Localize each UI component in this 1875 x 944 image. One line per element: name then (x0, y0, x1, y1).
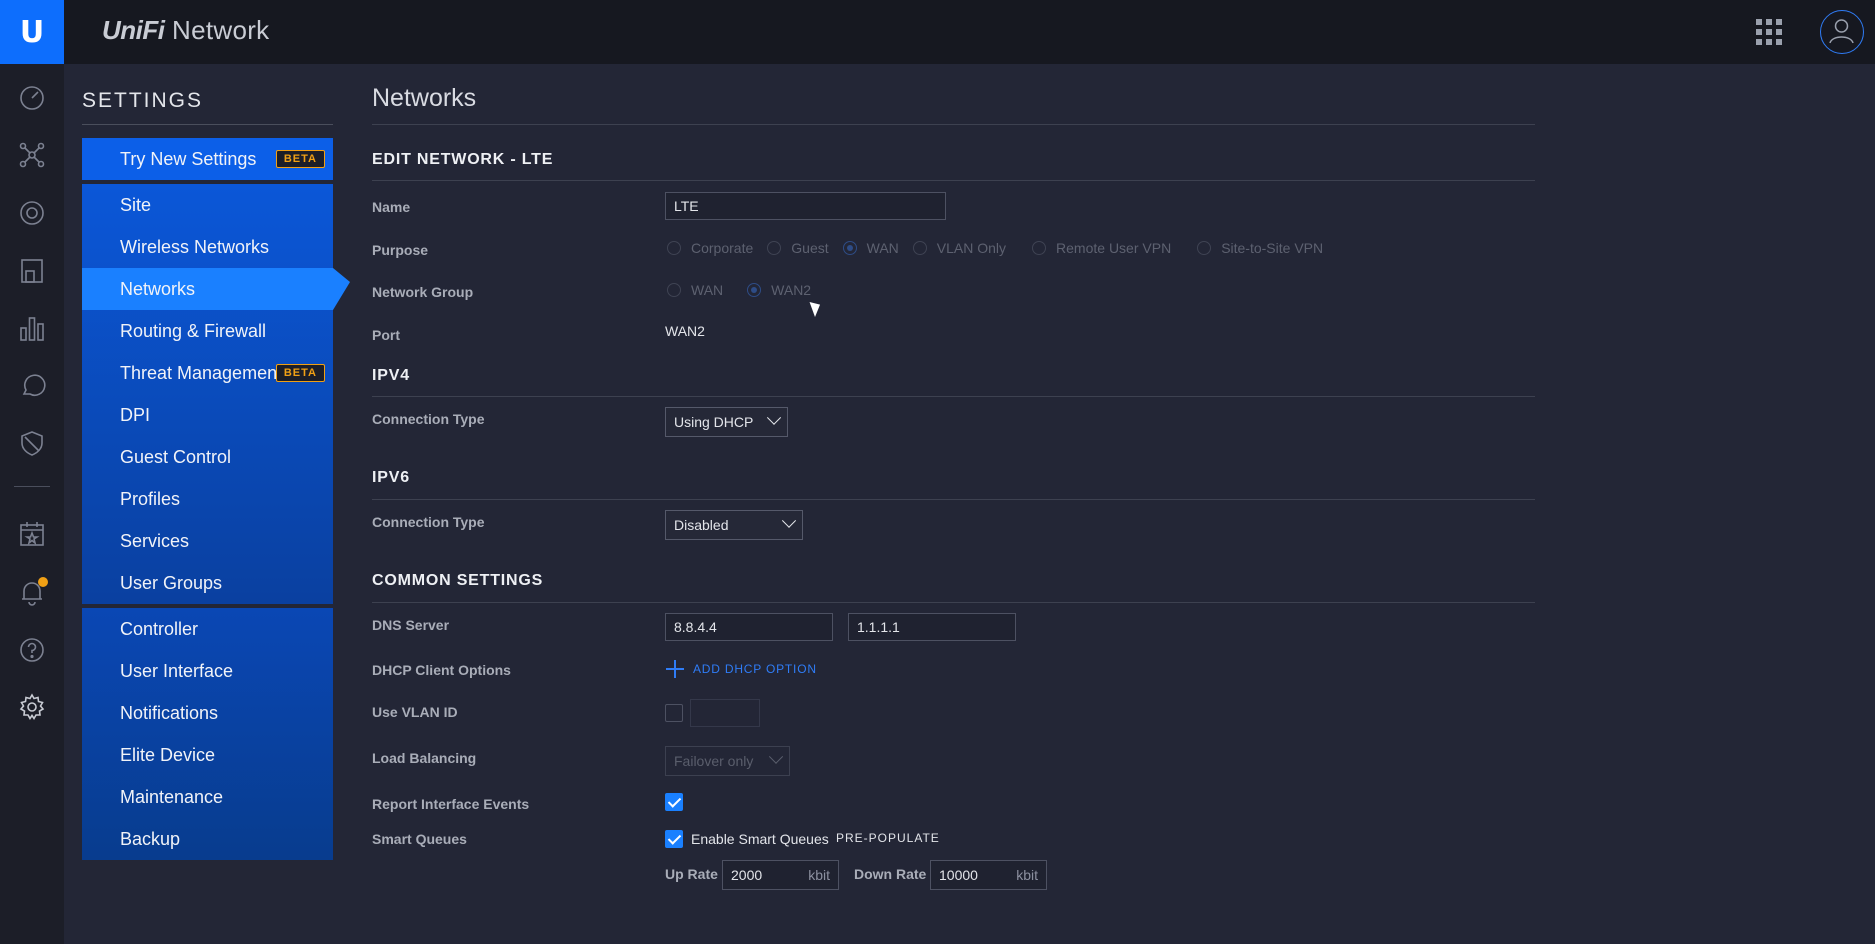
section-title-common-settings: COMMON SETTINGS (372, 572, 544, 589)
chevron-down-icon (766, 410, 782, 425)
chevron-down-icon (781, 513, 797, 528)
nav-item-try-new-settings[interactable]: Try New Settings BETA (82, 138, 333, 180)
load-balancing-select[interactable]: Failover only (665, 746, 790, 776)
section-divider (372, 180, 1535, 181)
nav-item-notifications[interactable]: Notifications (82, 692, 333, 734)
pre-populate-button[interactable]: PRE-POPULATE (836, 831, 940, 845)
topology-icon[interactable] (18, 141, 46, 169)
insights-icon[interactable] (18, 371, 46, 399)
settings-gear-icon[interactable] (18, 693, 46, 721)
purpose-option-guest[interactable]: Guest (767, 240, 829, 256)
dashboard-icon[interactable] (18, 84, 46, 112)
ipv6-connection-type-label: Connection Type (372, 514, 485, 530)
report-interface-events-checkbox[interactable] (665, 793, 683, 811)
nav-group-site: Site Wireless Networks Networks Routing … (82, 184, 350, 604)
nav-item-maintenance[interactable]: Maintenance (82, 776, 333, 818)
dns-server-2-input[interactable]: 1.1.1.1 (848, 613, 1016, 641)
load-balancing-label: Load Balancing (372, 750, 477, 766)
dns-server-1-input[interactable]: 8.8.4.4 (665, 613, 833, 641)
beta-badge: BETA (275, 150, 325, 168)
settings-divider (82, 124, 333, 125)
nav-group-new-settings: Try New Settings BETA (82, 138, 333, 180)
add-dhcp-option-button[interactable]: ADD DHCP OPTION (666, 660, 817, 678)
purpose-option-remote-user-vpn[interactable]: Remote User VPN (1032, 240, 1171, 256)
settings-nav: Try New Settings BETA Site Wireless Netw… (82, 138, 350, 860)
notifications-bell-icon[interactable] (18, 577, 48, 606)
purpose-option-site-to-site-vpn[interactable]: Site-to-Site VPN (1197, 240, 1323, 256)
chevron-down-icon (768, 749, 784, 764)
ipv6-connection-type-select[interactable]: Disabled (665, 510, 803, 540)
nav-item-routing-firewall[interactable]: Routing & Firewall (82, 310, 333, 352)
nav-item-guest-control[interactable]: Guest Control (82, 436, 333, 478)
top-bar: U UniFi Network (0, 0, 1875, 64)
down-rate-input[interactable]: 10000 kbit (930, 860, 1047, 890)
section-title-ipv6: IPV6 (372, 469, 410, 486)
clients-icon[interactable] (18, 257, 46, 285)
section-title-edit-network: EDIT NETWORK - LTE (372, 151, 554, 168)
nav-item-services[interactable]: Services (82, 520, 333, 562)
beta-badge: BETA (275, 364, 325, 382)
devices-icon[interactable] (18, 199, 46, 227)
events-calendar-icon[interactable] (18, 520, 46, 548)
page-title: Networks (372, 84, 477, 112)
statistics-icon[interactable] (18, 314, 46, 342)
use-vlan-id-label: Use VLAN ID (372, 704, 458, 720)
nav-item-threat-management[interactable]: Threat Management BETA (82, 352, 333, 394)
up-rate-input[interactable]: 2000 kbit (722, 860, 839, 890)
port-value: WAN2 (665, 323, 705, 339)
left-icon-rail (0, 64, 64, 944)
name-input[interactable]: LTE (665, 192, 946, 220)
nav-item-networks[interactable]: Networks (82, 268, 350, 310)
group-option-wan[interactable]: WAN (667, 282, 723, 298)
ipv4-connection-type-label: Connection Type (372, 411, 485, 427)
purpose-option-wan[interactable]: WAN (842, 240, 899, 256)
nav-item-profiles[interactable]: Profiles (82, 478, 333, 520)
network-group-radio-group: WAN WAN2 (667, 282, 825, 298)
up-rate-label: Up Rate (665, 866, 718, 882)
smart-queues-label: Smart Queues (372, 831, 467, 847)
settings-heading: SETTINGS (82, 89, 204, 112)
nav-item-user-interface[interactable]: User Interface (82, 650, 333, 692)
plus-icon (666, 660, 684, 678)
enable-smart-queues-checkbox[interactable] (665, 830, 683, 848)
nav-item-wireless-networks[interactable]: Wireless Networks (82, 226, 333, 268)
help-icon[interactable] (18, 636, 46, 664)
purpose-label: Purpose (372, 242, 429, 258)
notification-dot (38, 577, 48, 587)
nav-item-user-groups[interactable]: User Groups (82, 562, 333, 604)
group-option-wan2[interactable]: WAN2 (747, 282, 811, 298)
purpose-option-vlan-only[interactable]: VLAN Only (912, 240, 1006, 256)
ubiquiti-logo-icon[interactable]: U (0, 0, 64, 64)
nav-item-backup[interactable]: Backup (82, 818, 333, 860)
dhcp-client-options-label: DHCP Client Options (372, 662, 511, 678)
nav-item-site[interactable]: Site (82, 184, 333, 226)
port-label: Port (372, 327, 400, 343)
nav-item-dpi[interactable]: DPI (82, 394, 333, 436)
shield-icon[interactable] (18, 429, 46, 457)
section-divider (372, 396, 1535, 397)
title-divider (372, 124, 1535, 125)
rail-divider (14, 486, 50, 487)
name-label: Name (372, 199, 411, 215)
purpose-radio-group: Corporate Guest WAN VLAN Only Remote Use… (667, 240, 1337, 256)
section-title-ipv4: IPV4 (372, 367, 410, 384)
nav-item-elite-device[interactable]: Elite Device (82, 734, 333, 776)
enable-smart-queues-label[interactable]: Enable Smart Queues (691, 831, 829, 847)
network-group-label: Network Group (372, 284, 474, 300)
section-divider (372, 499, 1535, 500)
app-brand: UniFi Network (102, 15, 270, 45)
nav-group-controller: Controller User Interface Notifications … (82, 608, 333, 860)
mouse-cursor-icon (809, 298, 824, 318)
ipv4-connection-type-select[interactable]: Using DHCP (665, 407, 788, 437)
vlan-id-input[interactable] (690, 699, 760, 727)
apps-grid-icon[interactable] (1756, 19, 1782, 45)
section-divider (372, 602, 1535, 603)
purpose-option-corporate[interactable]: Corporate (667, 240, 753, 256)
nav-item-controller[interactable]: Controller (82, 608, 333, 650)
use-vlan-id-checkbox[interactable] (665, 704, 683, 722)
user-avatar-icon[interactable] (1820, 10, 1864, 54)
report-interface-events-label: Report Interface Events (372, 796, 530, 812)
down-rate-label: Down Rate (854, 866, 927, 882)
dns-server-label: DNS Server (372, 617, 450, 633)
